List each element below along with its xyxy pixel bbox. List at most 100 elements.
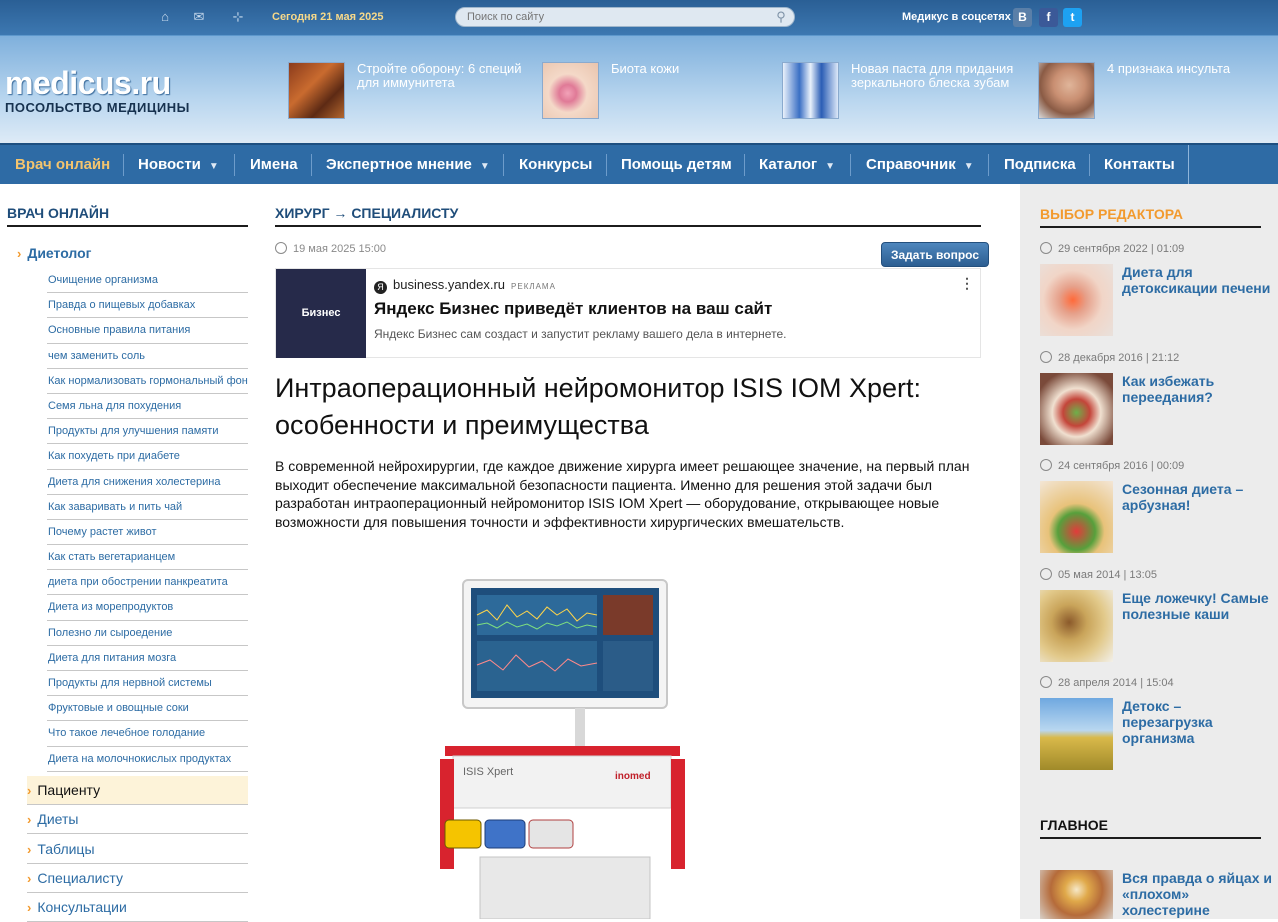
page-title: Интраоперационный нейромонитор ISIS IOM … bbox=[275, 373, 922, 440]
list-item[interactable]: Правда о пищевых добавках bbox=[47, 293, 248, 319]
item-thumbnail[interactable] bbox=[1040, 590, 1113, 662]
list-item[interactable]: 29 сентября 2022 | 01:09 Диета для деток… bbox=[1040, 242, 1278, 336]
social-label: Медикус в соцсетях bbox=[902, 11, 1011, 23]
subcategory-specialist[interactable]: › Специалисту bbox=[27, 864, 248, 893]
nav-item-subscribe[interactable]: Подписка bbox=[1004, 145, 1076, 184]
ask-question-button[interactable]: Задать вопрос bbox=[881, 242, 989, 267]
subcategory-diets[interactable]: › Диеты bbox=[27, 805, 248, 834]
nav-item-doctor-online[interactable]: Врач онлайн bbox=[15, 145, 110, 184]
clock-icon bbox=[1040, 568, 1052, 580]
category-dietolog[interactable]: › Диетолог bbox=[17, 245, 258, 261]
list-item[interactable]: 28 декабря 2016 | 21:12 Как избежать пер… bbox=[1040, 351, 1278, 445]
more-options-icon[interactable]: ⋮ bbox=[960, 275, 974, 292]
nav-item-help-children[interactable]: Помощь детям bbox=[621, 145, 732, 184]
site-header: ⌂ ✉ ⊹ Сегодня 21 мая 2025 ⚲ Медикус в со… bbox=[0, 0, 1278, 184]
list-item[interactable]: 28 апреля 2014 | 15:04 Детокс – перезагр… bbox=[1040, 676, 1278, 770]
item-thumbnail[interactable] bbox=[1040, 264, 1113, 336]
ad-source[interactable]: Яbusiness.yandex.ru РЕКЛАМА bbox=[374, 277, 556, 294]
search-icon[interactable]: ⚲ bbox=[772, 8, 790, 26]
sidebar-title: ВРАЧ ОНЛАЙН bbox=[7, 205, 248, 227]
chevron-right-icon: › bbox=[27, 900, 32, 915]
list-item[interactable]: Как похудеть при диабете bbox=[47, 444, 248, 470]
main-news-title: ГЛАВНОЕ bbox=[1040, 817, 1261, 839]
item-date: 28 декабря 2016 | 21:12 bbox=[1040, 351, 1278, 367]
list-item[interactable]: Семя льна для похудения bbox=[47, 394, 248, 420]
list-item[interactable]: Очищение организма bbox=[47, 268, 248, 294]
main-nav: Врач онлайн Новости ▼ Имена Экспертное мн… bbox=[0, 143, 1278, 184]
twitter-icon[interactable]: t bbox=[1063, 8, 1082, 27]
teaser-title[interactable]: Новая паста для придания зеркального бле… bbox=[851, 62, 1031, 90]
list-item[interactable]: Как заваривать и пить чай bbox=[47, 495, 248, 520]
list-item[interactable]: диета при обострении панкреатита bbox=[47, 570, 248, 596]
chevron-down-icon: ▼ bbox=[208, 161, 219, 172]
chevron-right-icon: › bbox=[27, 842, 32, 857]
item-thumbnail[interactable] bbox=[1040, 373, 1113, 445]
clock-icon bbox=[1040, 242, 1052, 254]
nav-item-news[interactable]: Новости ▼ bbox=[138, 145, 219, 184]
editors-choice-title: ВЫБОР РЕДАКТОРА bbox=[1040, 206, 1261, 228]
site-logo[interactable]: medicus.ru ПОСОЛЬСТВО МЕДИЦИНЫ bbox=[5, 66, 190, 115]
list-item[interactable]: Как нормализовать гормональный фон bbox=[47, 369, 248, 394]
nav-item-expert[interactable]: Экспертное мнение ▼ bbox=[326, 145, 490, 184]
item-title[interactable]: Еще ложечку! Самые полезные каши bbox=[1122, 590, 1272, 622]
item-thumbnail[interactable] bbox=[1040, 698, 1113, 770]
list-item[interactable]: Диета из морепродуктов bbox=[47, 595, 248, 621]
breadcrumb[interactable]: ХИРУРГ → СПЕЦИАЛИСТУ bbox=[275, 205, 981, 227]
item-date: 24 сентября 2016 | 00:09 bbox=[1040, 459, 1278, 475]
teaser-title[interactable]: Стройте оборону: 6 специй для иммунитета bbox=[357, 62, 537, 90]
teaser-title[interactable]: Биота кожи bbox=[611, 62, 791, 76]
teaser-thumbnail[interactable] bbox=[288, 62, 345, 119]
item-thumbnail[interactable] bbox=[1040, 481, 1113, 553]
chevron-down-icon: ▼ bbox=[963, 161, 974, 172]
sitemap-icon[interactable]: ⊹ bbox=[230, 9, 246, 25]
teaser-thumbnail[interactable] bbox=[1038, 62, 1095, 119]
item-title[interactable]: Детокс – перезагрузка организма bbox=[1122, 698, 1272, 746]
item-title[interactable]: Сезонная диета – арбузная! bbox=[1122, 481, 1272, 513]
list-item[interactable]: Продукты для улучшения памяти bbox=[47, 419, 248, 445]
list-item[interactable]: Что такое лечебное голодание bbox=[47, 721, 248, 747]
list-item[interactable]: 24 сентября 2016 | 00:09 Сезонная диета … bbox=[1040, 459, 1278, 553]
facebook-icon[interactable]: f bbox=[1039, 8, 1058, 27]
list-item[interactable]: Как стать вегетарианцем bbox=[47, 545, 248, 571]
item-title[interactable]: Вся правда о яйцах и «плохом» холестерин… bbox=[1122, 870, 1272, 918]
teaser-title[interactable]: 4 признака инсульта bbox=[1107, 62, 1277, 76]
nav-item-contests[interactable]: Конкурсы bbox=[519, 145, 592, 184]
list-item[interactable]: Диета для снижения холестерина bbox=[47, 470, 248, 495]
nav-item-catalog[interactable]: Каталог ▼ bbox=[759, 145, 835, 184]
nav-item-contacts[interactable]: Контакты bbox=[1104, 145, 1175, 184]
list-item[interactable]: Продукты для нервной системы bbox=[47, 671, 248, 697]
clock-icon bbox=[1040, 351, 1052, 363]
chevron-down-icon: ▼ bbox=[825, 161, 836, 172]
search-input[interactable] bbox=[455, 7, 795, 27]
list-item[interactable]: Диета для питания мозга bbox=[47, 646, 248, 671]
list-item[interactable]: Почему растет живот bbox=[47, 520, 248, 546]
subcategory-tables[interactable]: › Таблицы bbox=[27, 835, 248, 864]
list-item[interactable]: 05 мая 2014 | 13:05 Еще ложечку! Самые п… bbox=[1040, 568, 1278, 662]
device-brand-label: ISIS Xpert bbox=[463, 766, 513, 778]
teaser-thumbnail[interactable] bbox=[542, 62, 599, 119]
subcategory-consultations[interactable]: › Консультации bbox=[27, 893, 248, 922]
home-icon[interactable]: ⌂ bbox=[157, 9, 173, 25]
mail-icon[interactable]: ✉ bbox=[191, 9, 207, 25]
item-date: 05 мая 2014 | 13:05 bbox=[1040, 568, 1278, 584]
vk-icon[interactable]: В bbox=[1013, 8, 1032, 27]
ad-logo[interactable]: Бизнес bbox=[276, 269, 366, 358]
teaser-thumbnail[interactable] bbox=[782, 62, 839, 119]
ad-title[interactable]: Яндекс Бизнес приведёт клиентов на ваш с… bbox=[374, 299, 772, 319]
nav-item-reference[interactable]: Справочник ▼ bbox=[866, 145, 974, 184]
ad-banner[interactable]: Бизнес Яbusiness.yandex.ru РЕКЛАМА ⋮ Янде… bbox=[275, 268, 981, 358]
list-item[interactable]: Основные правила питания bbox=[47, 318, 248, 344]
item-title[interactable]: Как избежать переедания? bbox=[1122, 373, 1272, 405]
nav-item-names[interactable]: Имена bbox=[250, 145, 298, 184]
item-title[interactable]: Диета для детоксикации печени bbox=[1122, 264, 1272, 296]
chevron-right-icon: › bbox=[27, 783, 32, 798]
subcategory-patient[interactable]: › Пациенту bbox=[27, 776, 248, 805]
logo-tagline: ПОСОЛЬСТВО МЕДИЦИНЫ bbox=[5, 100, 190, 115]
list-item[interactable]: Фруктовые и овощные соки bbox=[47, 696, 248, 722]
item-date: 29 сентября 2022 | 01:09 bbox=[1040, 242, 1278, 258]
list-item[interactable]: Диета на молочнокислых продуктах bbox=[47, 747, 248, 772]
item-thumbnail[interactable] bbox=[1040, 870, 1113, 919]
device-image: ISIS Xpert inomed bbox=[440, 579, 685, 919]
list-item[interactable]: Полезно ли сыроедение bbox=[47, 621, 248, 646]
list-item[interactable]: чем заменить соль bbox=[47, 344, 248, 369]
